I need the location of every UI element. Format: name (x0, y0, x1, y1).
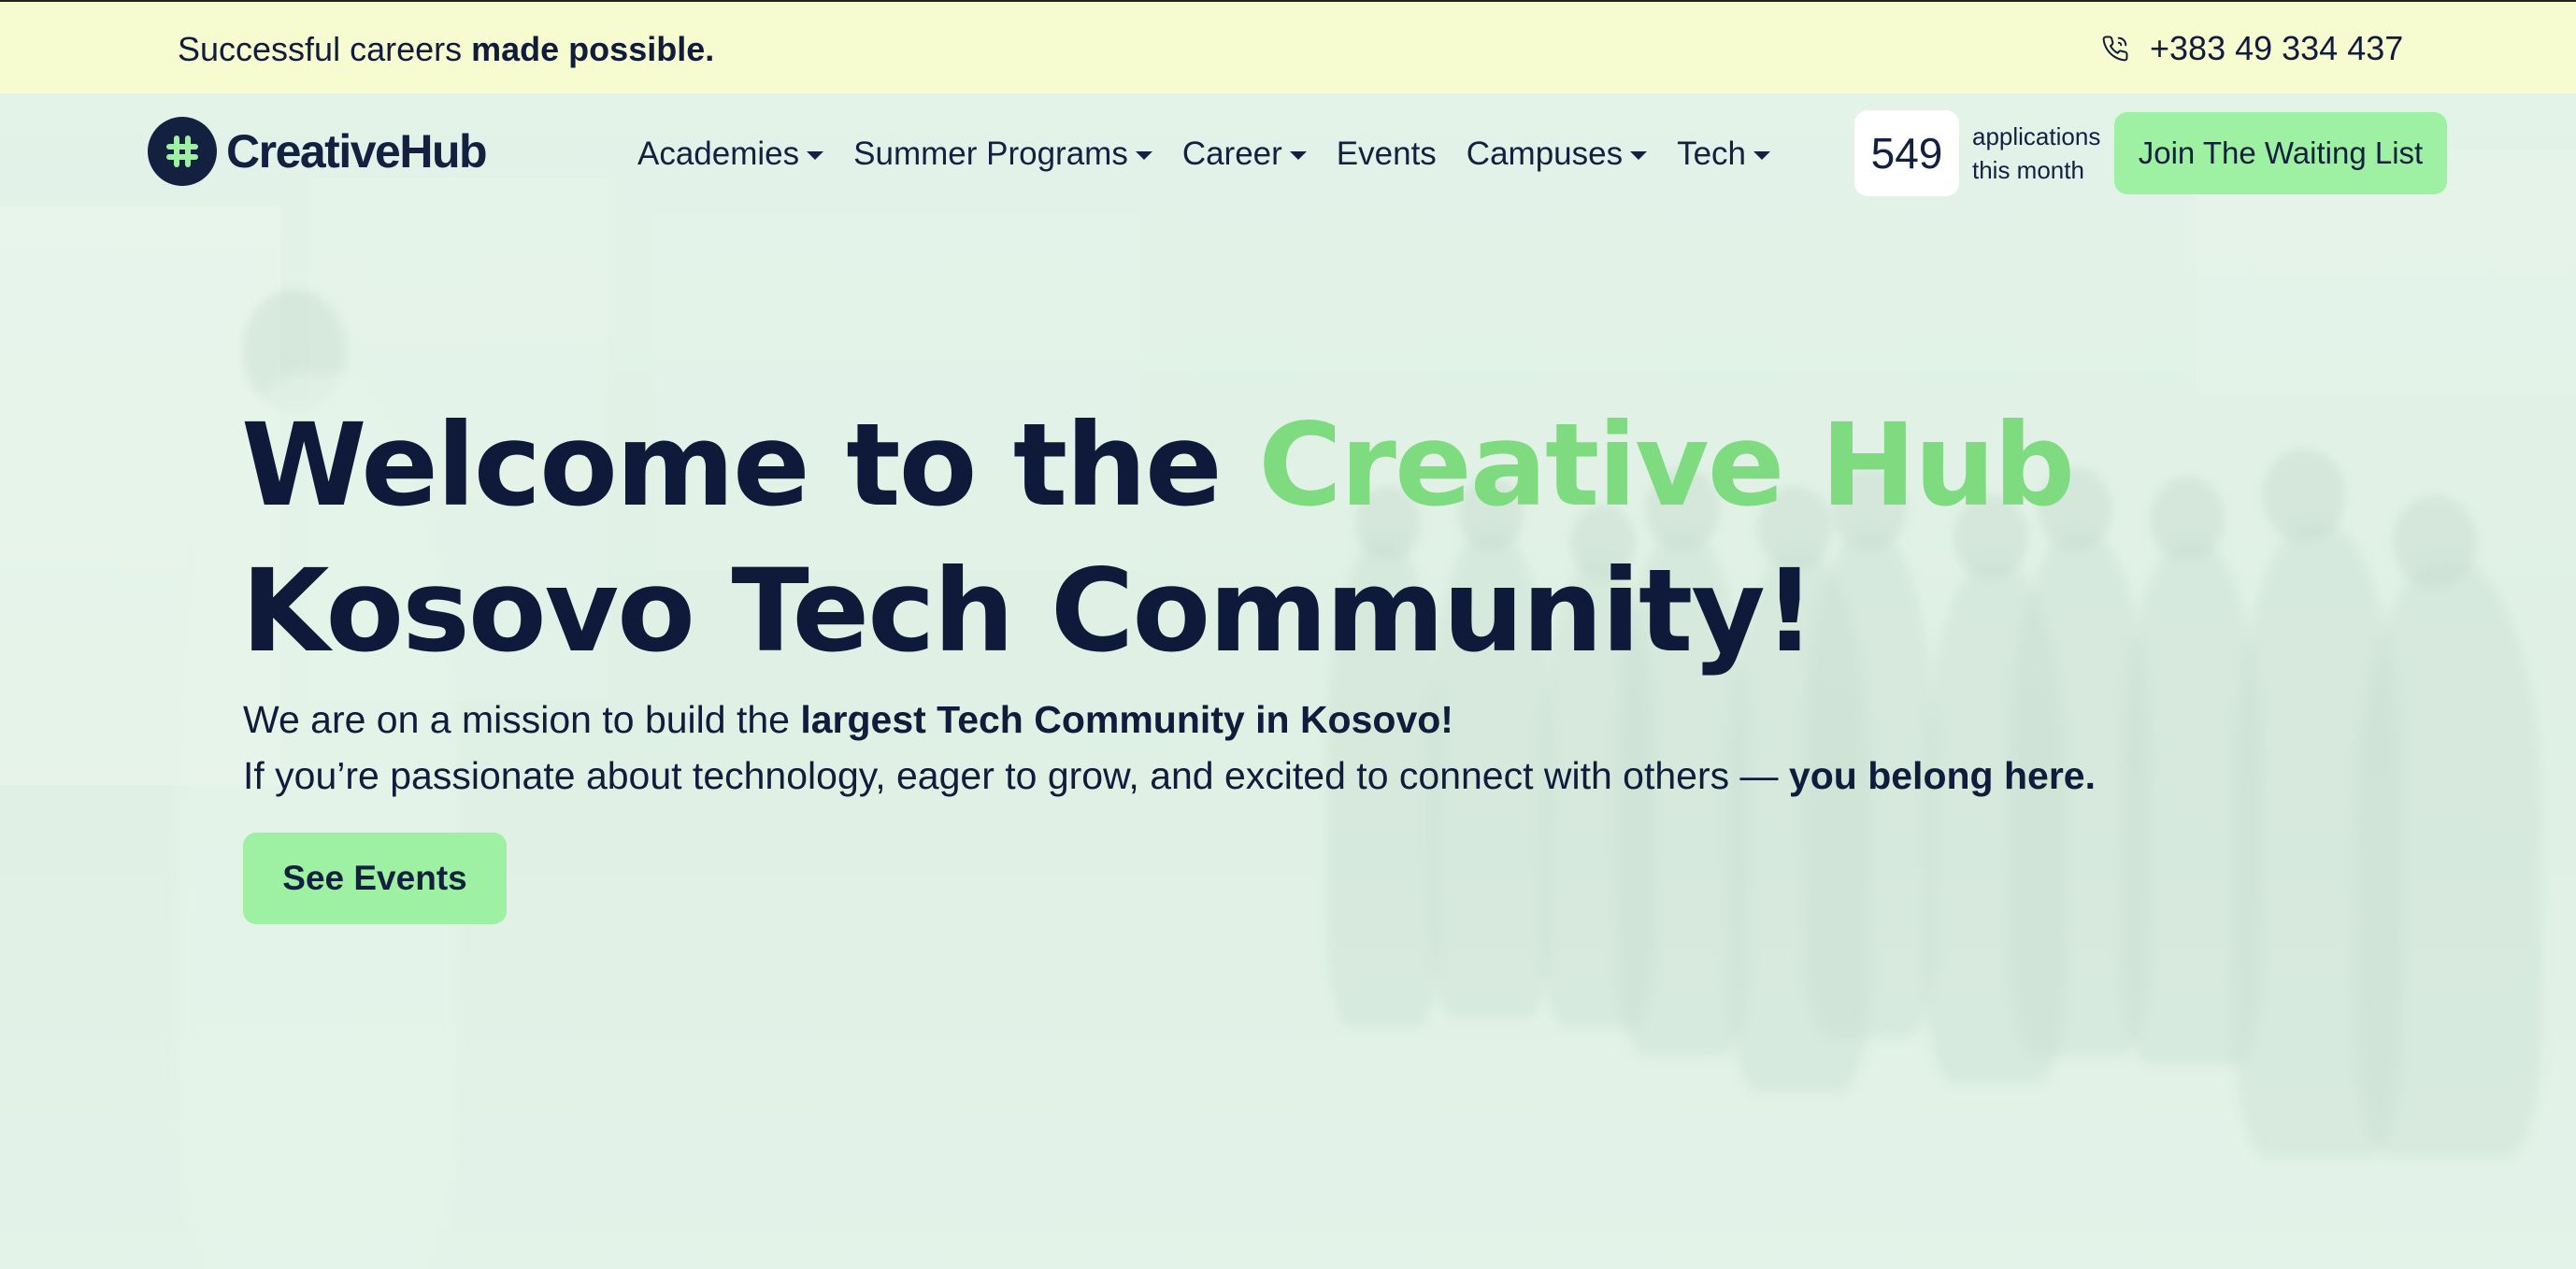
caret-down-icon (1135, 150, 1152, 160)
nav-item-label: Events (1336, 135, 1437, 172)
nav-item-label: Career (1181, 135, 1282, 172)
phone-contact[interactable]: +383 49 334 437 (2101, 28, 2403, 69)
nav-item-label: Academies (637, 135, 800, 172)
nav-item-label: Campuses (1466, 135, 1624, 172)
nav-menu: Academies Summer Programs Career Events … (637, 131, 1771, 178)
tagline-regular: Successful careers (178, 30, 463, 68)
nav-item-label: Tech (1677, 135, 1747, 172)
hero-subtitle-line2: If you’re passionate about technology, e… (243, 748, 2393, 804)
applications-label: applications this month (1972, 120, 2112, 187)
hero-title-accent: Creative Hub (1258, 399, 2075, 532)
applications-count: 549 (1854, 110, 1959, 196)
hero-subtitle: We are on a mission to build the largest… (243, 692, 2393, 804)
applications-label-line1: applications (1972, 122, 2101, 150)
nav-item-campuses[interactable]: Campuses (1466, 135, 1648, 173)
hero-subtitle-line1: We are on a mission to build the largest… (243, 692, 2393, 748)
tagline: Successful careers made possible. (178, 30, 714, 69)
nav-item-career[interactable]: Career (1182, 135, 1307, 173)
see-events-button[interactable]: See Events (243, 833, 507, 924)
nav-item-summer-programs[interactable]: Summer Programs (853, 135, 1152, 173)
hash-logo-icon (148, 117, 217, 186)
phone-icon (2101, 35, 2129, 63)
nav-item-label: Summer Programs (853, 135, 1128, 172)
nav-item-events[interactable]: Events (1337, 135, 1437, 173)
tagline-bold: made possible. (471, 30, 715, 68)
join-waiting-list-button[interactable]: Join The Waiting List (2114, 112, 2447, 194)
caret-down-icon (1753, 150, 1771, 160)
hero-subtitle-line2-regular: If you’re passionate about technology, e… (243, 754, 1789, 797)
hero-title-part1: Welcome to the (241, 399, 1259, 532)
brand-logo[interactable]: CreativeHub (148, 116, 488, 187)
caret-down-icon (1630, 150, 1648, 160)
brand-name: CreativeHub (226, 125, 488, 178)
hero-subtitle-line1-bold: largest Tech Community in Kosovo! (800, 698, 1453, 741)
phone-number[interactable]: +383 49 334 437 (2150, 29, 2403, 68)
hero-subtitle-line2-bold: you belong here. (1788, 754, 2096, 797)
applications-label-line2: this month (1972, 156, 2084, 184)
main-navbar: CreativeHub Academies Summer Programs Ca… (0, 93, 2576, 215)
nav-item-tech[interactable]: Tech (1677, 135, 1771, 173)
nav-item-academies[interactable]: Academies (637, 135, 824, 173)
caret-down-icon (807, 150, 824, 160)
hero-subtitle-line1-regular: We are on a mission to build the (243, 698, 801, 741)
announcement-bar: Successful careers made possible. +383 4… (0, 0, 2576, 93)
hero-title: Welcome to the Creative Hub Kosovo Tech … (241, 392, 2297, 684)
caret-down-icon (1289, 150, 1307, 160)
hero-title-line2: Kosovo Tech Community! (241, 545, 1815, 677)
